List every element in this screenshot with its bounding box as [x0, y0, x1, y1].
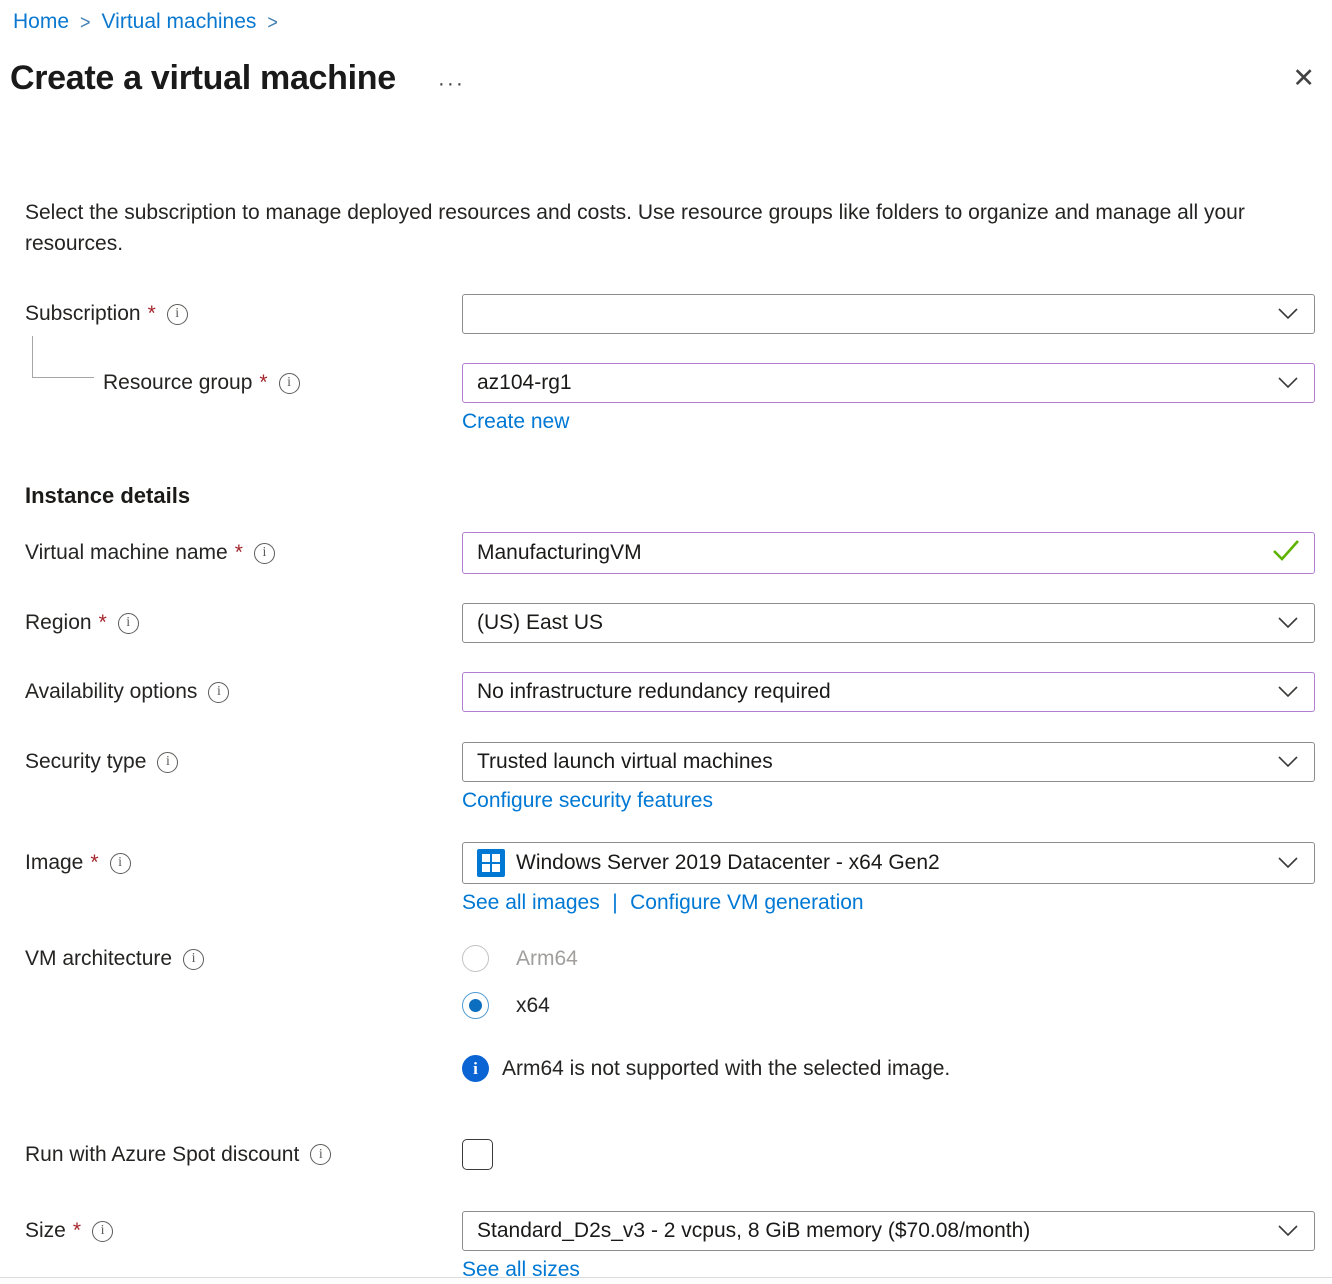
image-value: Windows Server 2019 Datacenter - x64 Gen…: [516, 851, 940, 875]
see-all-images-link[interactable]: See all images: [462, 891, 600, 914]
arm64-info-message: Arm64 is not supported with the selected…: [502, 1057, 950, 1081]
chevron-down-icon: [1278, 302, 1298, 326]
image-dropdown[interactable]: Windows Server 2019 Datacenter - x64 Gen…: [462, 842, 1315, 884]
required-asterisk: *: [235, 541, 243, 565]
vm-name-label: Virtual machine name * i: [25, 541, 462, 565]
availability-options-label: Availability options i: [25, 680, 462, 704]
availability-options-value: No infrastructure redundancy required: [477, 680, 831, 704]
security-type-row: Security type i Trusted launch virtual m…: [25, 742, 1315, 782]
availability-options-dropdown[interactable]: No infrastructure redundancy required: [462, 672, 1315, 712]
more-options-icon[interactable]: ···: [438, 79, 465, 89]
size-label: Size * i: [25, 1219, 462, 1243]
form-content: Select the subscription to manage deploy…: [25, 197, 1315, 1284]
indent-connector-line: [32, 336, 94, 378]
vm-architecture-row: VM architecture i Arm64 x64: [25, 945, 1315, 1019]
info-icon[interactable]: i: [183, 949, 204, 970]
security-type-value: Trusted launch virtual machines: [477, 750, 773, 774]
create-new-link[interactable]: Create new: [462, 410, 569, 433]
info-filled-icon: i: [462, 1055, 489, 1082]
breadcrumb-chevron-icon: >: [80, 8, 91, 36]
breadcrumb: Home > Virtual machines >: [0, 0, 1332, 34]
resource-group-row: Resource group * i az104-rg1: [25, 363, 1315, 403]
radio-arm64: [462, 945, 489, 972]
size-row: Size * i Standard_D2s_v3 - 2 vcpus, 8 Gi…: [25, 1211, 1315, 1251]
info-icon[interactable]: i: [279, 373, 300, 394]
resource-group-dropdown[interactable]: az104-rg1: [462, 363, 1315, 403]
region-label: Region * i: [25, 611, 462, 635]
breadcrumb-link-home[interactable]: Home: [13, 10, 69, 34]
resource-group-value: az104-rg1: [477, 371, 572, 395]
radio-x64[interactable]: [462, 992, 489, 1019]
availability-options-row: Availability options i No infrastructure…: [25, 672, 1315, 712]
links-divider: |: [612, 891, 617, 914]
chevron-down-icon: [1278, 371, 1298, 395]
size-value: Standard_D2s_v3 - 2 vcpus, 8 GiB memory …: [477, 1219, 1030, 1243]
info-icon[interactable]: i: [310, 1144, 331, 1165]
image-row: Image * i Windows Server 2019 Datacenter…: [25, 842, 1315, 884]
breadcrumb-chevron-icon: >: [267, 8, 278, 36]
radio-arm64-label: Arm64: [516, 947, 578, 971]
subscription-label: Subscription * i: [25, 302, 462, 326]
valid-check-icon: [1272, 539, 1300, 567]
chevron-down-icon: [1278, 611, 1298, 635]
info-icon[interactable]: i: [92, 1221, 113, 1242]
arm64-info-message-row: i Arm64 is not supported with the select…: [462, 1055, 1315, 1082]
subscription-dropdown[interactable]: [462, 294, 1315, 334]
configure-vm-generation-link[interactable]: Configure VM generation: [630, 891, 863, 914]
configure-security-features-link[interactable]: Configure security features: [462, 789, 713, 812]
chevron-down-icon: [1278, 851, 1298, 875]
section-divider: [0, 1277, 1332, 1284]
required-asterisk: *: [73, 1219, 81, 1243]
vm-name-input[interactable]: ManufacturingVM: [462, 532, 1315, 574]
chevron-down-icon: [1278, 750, 1298, 774]
required-asterisk: *: [99, 611, 107, 635]
intro-text: Select the subscription to manage deploy…: [25, 197, 1297, 259]
info-icon[interactable]: i: [254, 543, 275, 564]
vm-architecture-label: VM architecture i: [25, 945, 462, 971]
breadcrumb-link-virtual-machines[interactable]: Virtual machines: [102, 10, 257, 34]
info-icon[interactable]: i: [157, 752, 178, 773]
spot-discount-label: Run with Azure Spot discount i: [25, 1143, 462, 1167]
info-icon[interactable]: i: [167, 304, 188, 325]
title-bar: Create a virtual machine ··· ✕: [10, 55, 1315, 101]
subscription-row: Subscription * i: [25, 294, 1315, 334]
info-icon[interactable]: i: [110, 853, 131, 874]
radio-option-arm64: Arm64: [462, 945, 1315, 972]
vm-name-row: Virtual machine name * i ManufacturingVM: [25, 532, 1315, 574]
spot-discount-row: Run with Azure Spot discount i: [25, 1139, 1315, 1170]
region-dropdown[interactable]: (US) East US: [462, 603, 1315, 643]
radio-x64-label[interactable]: x64: [516, 994, 550, 1018]
radio-option-x64: x64: [462, 992, 1315, 1019]
region-row: Region * i (US) East US: [25, 603, 1315, 643]
windows-logo-icon: [477, 849, 505, 877]
vm-name-value: ManufacturingVM: [477, 541, 642, 565]
chevron-down-icon: [1278, 680, 1298, 704]
info-icon[interactable]: i: [118, 613, 139, 634]
required-asterisk: *: [148, 302, 156, 326]
size-dropdown[interactable]: Standard_D2s_v3 - 2 vcpus, 8 GiB memory …: [462, 1211, 1315, 1251]
chevron-down-icon: [1278, 1219, 1298, 1243]
security-type-dropdown[interactable]: Trusted launch virtual machines: [462, 742, 1315, 782]
spot-discount-checkbox[interactable]: [462, 1139, 493, 1170]
page-title: Create a virtual machine: [10, 55, 396, 101]
image-label: Image * i: [25, 851, 462, 875]
info-icon[interactable]: i: [208, 682, 229, 703]
required-asterisk: *: [90, 851, 98, 875]
security-type-label: Security type i: [25, 750, 462, 774]
instance-details-heading: Instance details: [25, 483, 1315, 509]
close-icon[interactable]: ✕: [1292, 65, 1315, 92]
required-asterisk: *: [259, 371, 267, 395]
region-value: (US) East US: [477, 611, 603, 635]
